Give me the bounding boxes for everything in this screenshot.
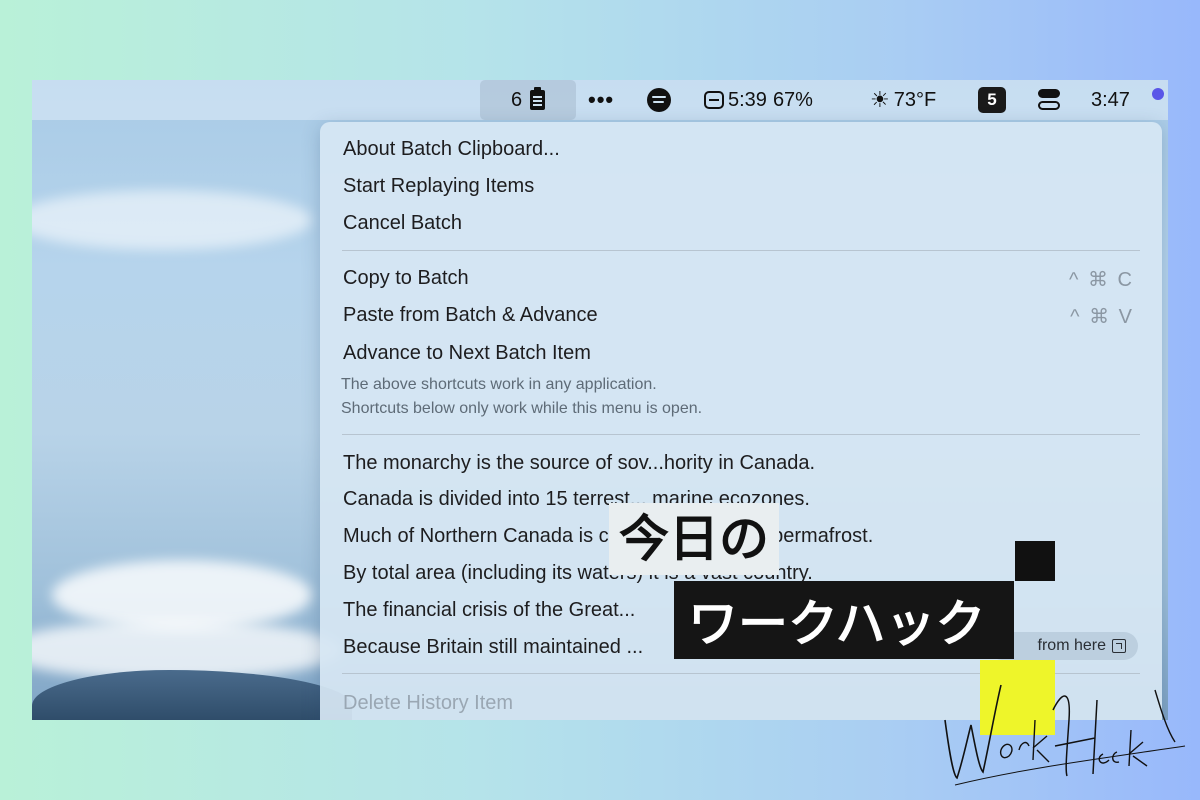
menu-item-paste-from-batch[interactable]: Paste from Batch & Advance: [343, 304, 598, 327]
menu-separator: [342, 434, 1140, 435]
history-item[interactable]: The financial crisis of the Great...: [343, 599, 635, 622]
battery-icon: [704, 91, 724, 109]
shortcut-note: The above shortcuts work in any applicat…: [341, 376, 657, 393]
clipboard-icon: [530, 87, 546, 110]
battery-percent: 67%: [772, 88, 813, 111]
history-item[interactable]: Because Britain still maintained ...: [343, 636, 643, 659]
mountain: [32, 670, 352, 720]
paste-shortcut: ^ ⌘ V: [1070, 306, 1134, 328]
cloud: [32, 190, 312, 250]
battery-time: 5:39: [728, 88, 767, 111]
control-center-icon: [1038, 89, 1060, 111]
shortcut-note: Shortcuts below only work while this men…: [341, 400, 703, 417]
copy-shortcut: ^ ⌘ C: [1069, 269, 1134, 291]
spotify-icon: [647, 88, 671, 112]
batch-clipboard-status-item[interactable]: 6: [480, 80, 576, 120]
menu-item-delete-history[interactable]: Delete History Item: [343, 692, 513, 715]
battery-status-item[interactable]: 5:39 67%: [704, 80, 813, 120]
signature-logo: [944, 684, 1186, 786]
history-item[interactable]: The monarchy is the source of sov...hori…: [343, 452, 815, 475]
menu-bar-clock[interactable]: 3:47: [1091, 80, 1130, 120]
weather-temp: 73°F: [893, 88, 937, 111]
badge-number: 5: [978, 87, 1006, 113]
control-center-item[interactable]: [1038, 80, 1060, 120]
menu-item-about[interactable]: About Batch Clipboard...: [343, 138, 560, 161]
notification-dot: [1152, 88, 1164, 100]
decorative-square: [1015, 541, 1055, 581]
menu-item-cancel-batch[interactable]: Cancel Batch: [343, 212, 462, 235]
menu-bar: 6 ••• 5:39 67% ☀ 73°F 5 3:47: [32, 80, 1168, 120]
menu-item-copy-to-batch[interactable]: Copy to Batch: [343, 267, 469, 290]
overlay-title-line1: 今日の: [609, 503, 779, 575]
batch-count: 6: [510, 88, 523, 111]
menu-item-advance-next[interactable]: Advance to Next Batch Item: [343, 342, 591, 365]
menu-item-start-replaying[interactable]: Start Replaying Items: [343, 175, 534, 198]
sun-icon: ☀: [870, 87, 890, 112]
menu-separator: [342, 250, 1140, 251]
overflow-menu-icon[interactable]: •••: [588, 80, 614, 120]
weather-status-item[interactable]: ☀ 73°F: [870, 80, 936, 120]
spotify-status-item[interactable]: [647, 80, 671, 120]
badge-status-item[interactable]: 5: [978, 80, 1006, 120]
overlay-title-line2: ワークハック: [674, 581, 1014, 659]
